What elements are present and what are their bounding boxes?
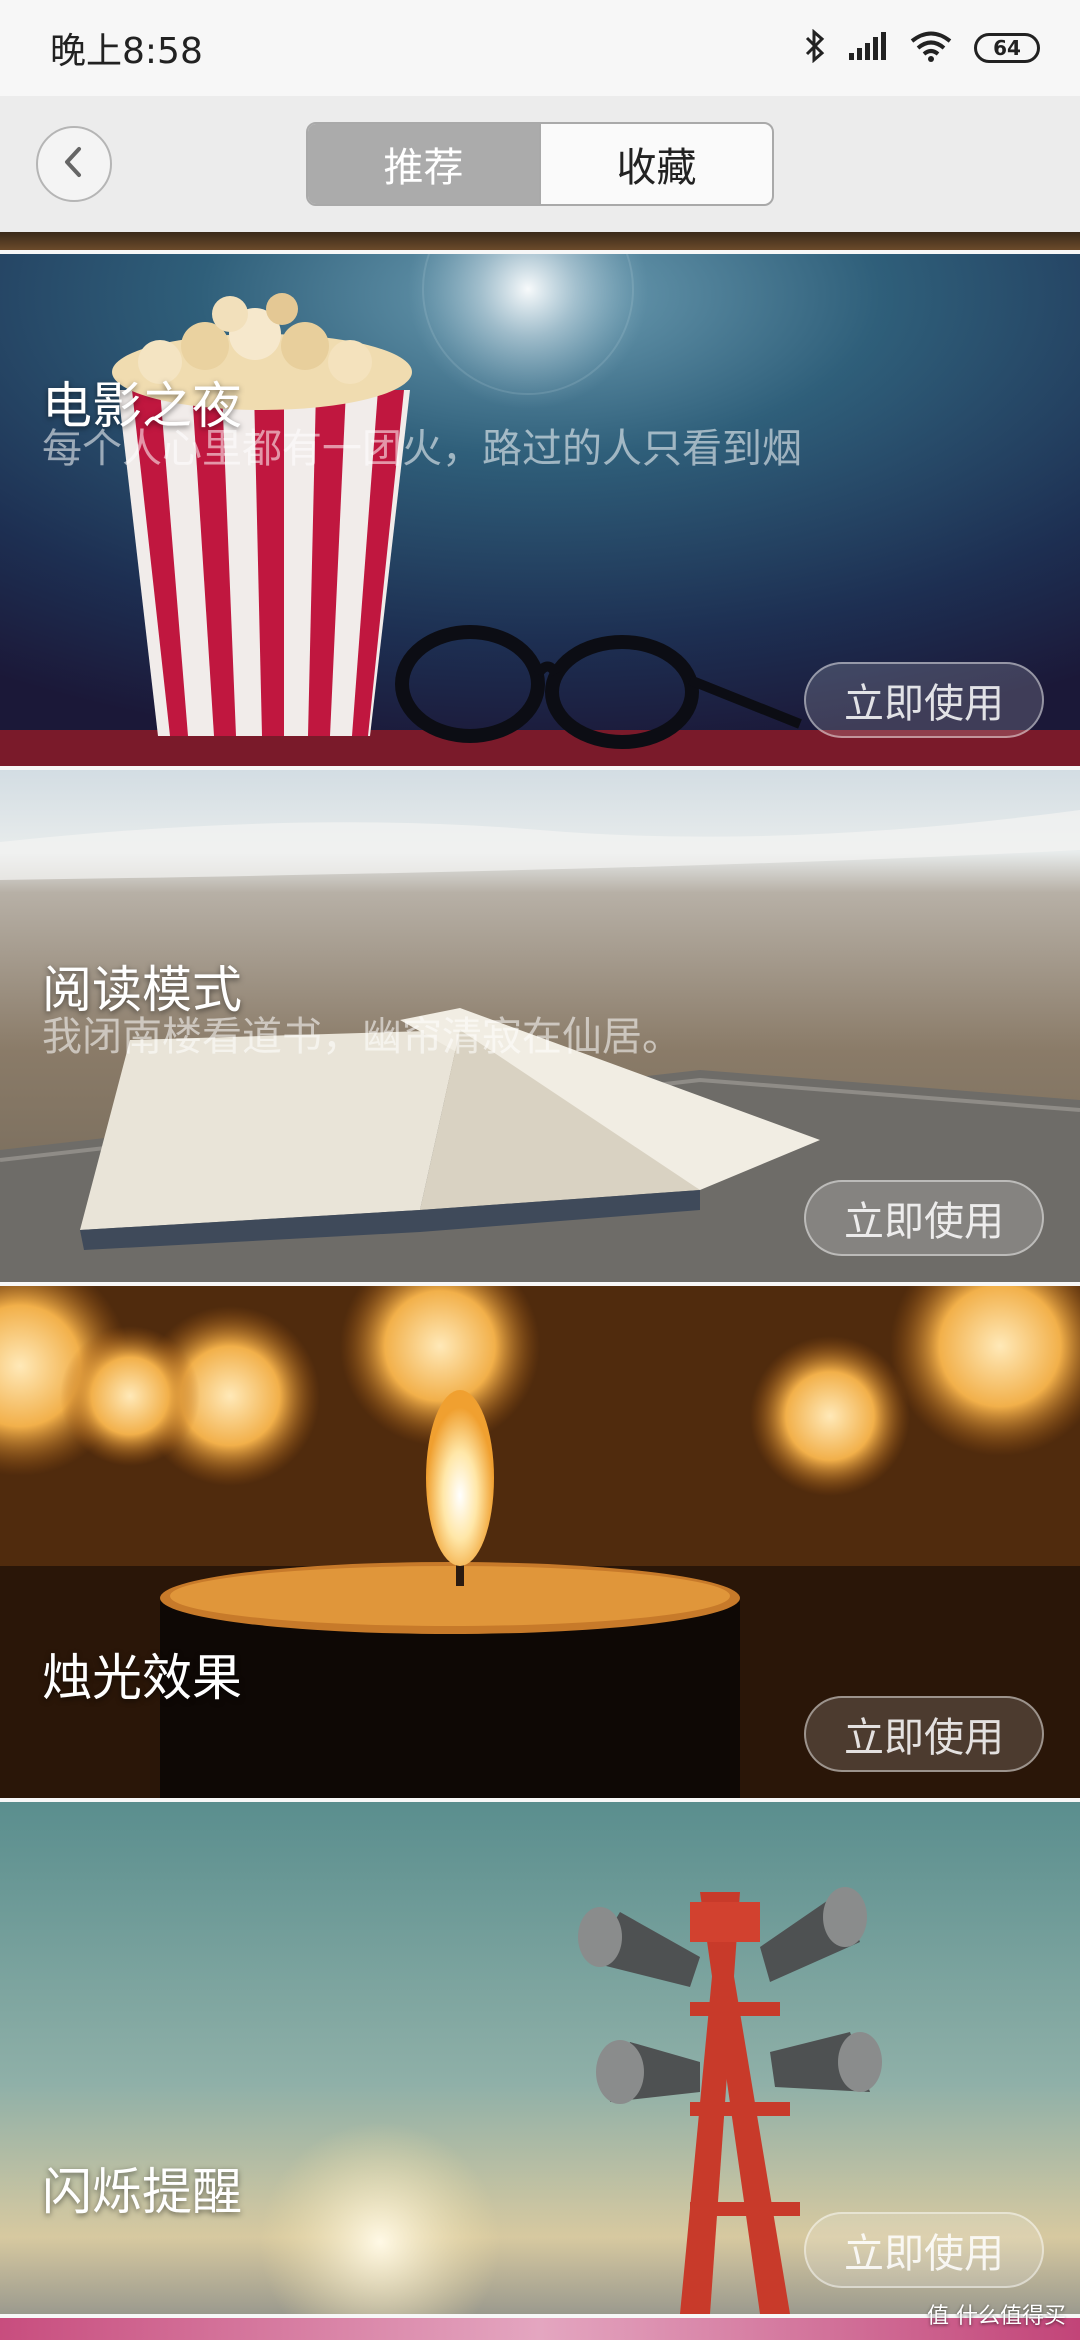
use-now-button[interactable]: 立即使用 [804,662,1044,738]
battery-level: 64 [993,36,1021,60]
back-arrow-icon [59,144,89,184]
card-flash-reminder[interactable]: 闪烁提醒 立即使用 [0,1802,1080,2314]
tab-favorites[interactable]: 收藏 [539,124,772,204]
card-title: 烛光效果 [42,1649,242,1707]
status-time: 晚上8:58 [50,31,203,72]
status-icons: 64 [804,22,1040,74]
card-reading-mode[interactable]: 阅读模式 我闭南楼看道书，幽帘清寂在仙居。 立即使用 [0,770,1080,1282]
card-title: 闪烁提醒 [42,2163,242,2221]
next-card-peek [0,2318,1080,2340]
battery-icon: 64 [974,33,1040,63]
card-movie-night[interactable]: 电影之夜 每个人心里都有一团火，路过的人只看到烟 立即使用 [0,254,1080,766]
tab-switcher: 推荐 收藏 [306,122,774,206]
use-now-button[interactable]: 立即使用 [804,1180,1044,1256]
tab-recommended[interactable]: 推荐 [308,124,539,204]
card-subtitle: 我闭南楼看道书，幽帘清寂在仙居。 [42,1014,682,1060]
watermark: 值 什么值得买 [927,2304,1066,2329]
use-now-button[interactable]: 立即使用 [804,1696,1044,1772]
status-bar: 晚上8:58 64 [0,0,1080,96]
wifi-icon [910,30,952,66]
bluetooth-icon [804,28,826,67]
card-subtitle: 每个人心里都有一团火，路过的人只看到烟 [42,426,802,472]
top-navigation-bar: 推荐 收藏 [0,96,1080,232]
use-now-button[interactable]: 立即使用 [804,2212,1044,2288]
signal-icon [848,31,888,65]
top-image-strip [0,232,1080,250]
back-button[interactable] [36,126,112,202]
card-candlelight[interactable]: 烛光效果 立即使用 [0,1286,1080,1798]
